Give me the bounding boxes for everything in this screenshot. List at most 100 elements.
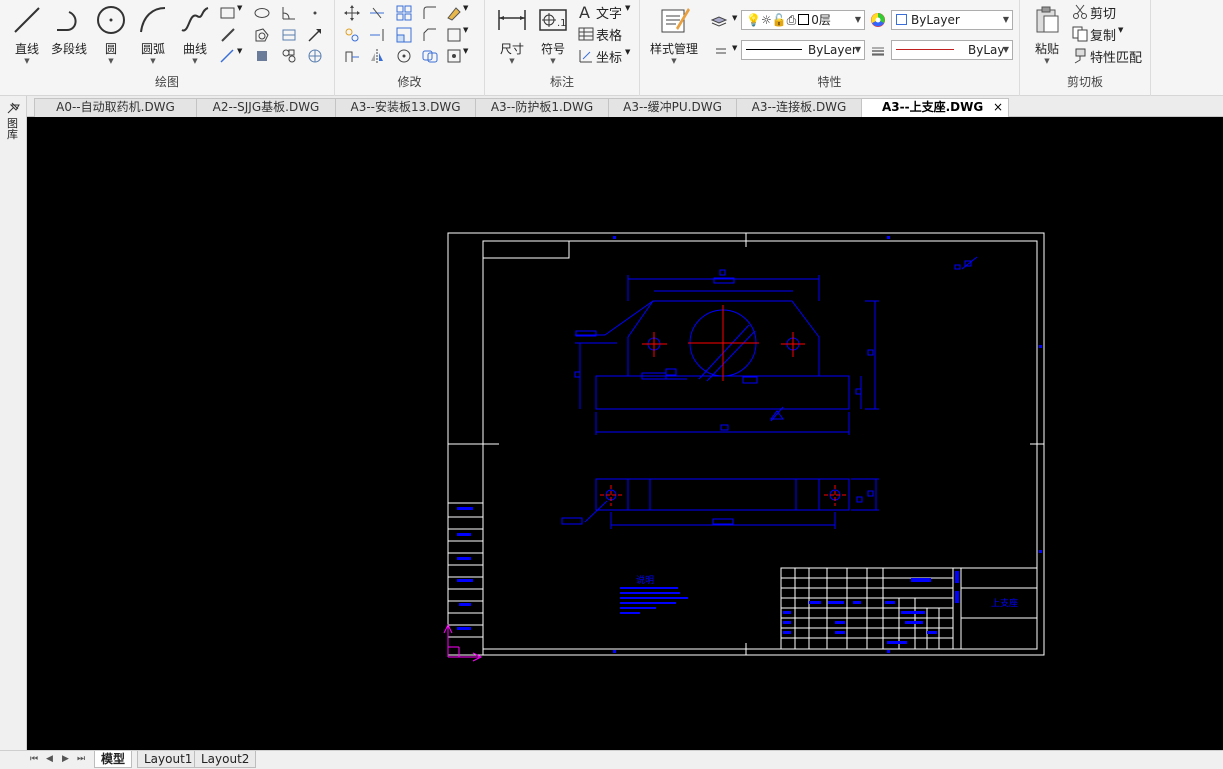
point-icon[interactable]	[306, 4, 324, 22]
library-tab-label[interactable]: 图库	[7, 118, 19, 140]
offset-icon[interactable]	[421, 47, 439, 65]
document-tab[interactable]: A3--安装板13.DWG	[335, 98, 476, 117]
top-view-centerlines	[600, 485, 847, 506]
model-tab[interactable]: 模型	[94, 751, 133, 768]
paste-button[interactable]: 粘贴 ▼	[1026, 4, 1068, 65]
line-tool-label: 直线	[14, 42, 39, 56]
polyline-tool-button[interactable]: 多段线	[47, 4, 91, 57]
chevron-down-icon: ▼	[854, 45, 861, 54]
table-tool-label[interactable]: 表格	[596, 25, 622, 44]
region-icon[interactable]	[253, 26, 271, 44]
dimension-tool-button[interactable]: 尺寸 ▼	[491, 4, 533, 65]
stretch-icon[interactable]	[343, 47, 361, 65]
chevron-down-icon[interactable]: ▼	[463, 4, 481, 22]
cut-label[interactable]: 剪切	[1090, 3, 1116, 22]
arrow-icon[interactable]	[306, 26, 324, 44]
symbol-tool-button[interactable]: .1 符号 ▼	[532, 4, 574, 65]
table-icon[interactable]	[577, 25, 595, 43]
array-icon[interactable]	[395, 4, 413, 22]
mirror-icon[interactable]	[368, 47, 386, 65]
copy-icon[interactable]	[1071, 25, 1089, 43]
close-icon[interactable]: ×	[993, 99, 1003, 116]
revision-cloud-icon[interactable]	[306, 47, 324, 65]
chamfer-icon[interactable]	[421, 26, 439, 44]
svg-text:A: A	[579, 3, 590, 21]
document-tab[interactable]: A3--缓冲PU.DWG	[608, 98, 737, 117]
trim-icon[interactable]	[368, 4, 386, 22]
lock-icon: 🔓	[771, 13, 787, 27]
centering-marks	[448, 233, 1044, 655]
boundary-icon[interactable]	[280, 47, 298, 65]
linetype-dropdown[interactable]: ByLayer ▼	[741, 40, 865, 60]
hatch-icon[interactable]	[280, 26, 298, 44]
coordinate-tool-label[interactable]: 坐标	[596, 47, 622, 66]
multiline-icon[interactable]	[219, 47, 237, 65]
clipboard-panel: 粘贴 ▼ 剪切 复制 ▼ 特性匹配 剪切板	[1020, 0, 1151, 96]
copy-label[interactable]: 复制	[1090, 25, 1116, 44]
lineweight-sample-line	[896, 49, 954, 50]
copy-object-icon[interactable]	[343, 26, 361, 44]
scale-icon[interactable]	[395, 26, 413, 44]
explode-icon[interactable]	[445, 26, 463, 44]
arc-tool-label: 圆弧	[140, 42, 165, 56]
document-tab-label: A3--安装板13.DWG	[350, 100, 461, 114]
document-tab[interactable]: A3--防护板1.DWG	[475, 98, 609, 117]
chevron-down-icon[interactable]: ▼	[463, 26, 481, 44]
fillet-icon[interactable]	[421, 4, 439, 22]
document-tab-label: A3--缓冲PU.DWG	[623, 100, 722, 114]
drawing-svg[interactable]: 说明 上支座	[27, 117, 1223, 750]
angle-icon[interactable]	[280, 4, 298, 22]
text-icon[interactable]: A	[577, 3, 597, 22]
chevron-down-icon[interactable]: ▼	[1118, 26, 1136, 44]
document-tab[interactable]: A2--SJJG基板.DWG	[196, 98, 336, 117]
erase-icon[interactable]	[445, 4, 463, 22]
construction-line-icon[interactable]	[219, 26, 237, 44]
extend-icon[interactable]	[368, 26, 386, 44]
match-properties-icon[interactable]	[1071, 47, 1089, 65]
previous-tab-icon[interactable]: ◀	[46, 754, 53, 764]
break-icon[interactable]	[445, 47, 463, 65]
chevron-down-icon[interactable]: ▼	[463, 47, 481, 65]
ellipse-icon[interactable]	[253, 4, 271, 22]
style-manager-button[interactable]: 样式管理 ▼	[648, 4, 700, 65]
chevron-down-icon: ▼	[24, 57, 30, 65]
printer-icon: ⎙	[786, 13, 797, 27]
spline-tool-button[interactable]: 曲线 ▼	[174, 4, 216, 65]
last-tab-icon[interactable]: ⏭	[77, 754, 85, 764]
document-tab-label: A3--防护板1.DWG	[490, 100, 594, 114]
arc-icon	[140, 7, 166, 33]
line-tool-button[interactable]: 直线 ▼	[6, 4, 48, 65]
first-tab-icon[interactable]: ⏮	[30, 754, 38, 764]
match-layer-icon[interactable]	[712, 42, 730, 60]
arc-tool-button[interactable]: 圆弧 ▼	[132, 4, 174, 65]
block-icon[interactable]	[253, 47, 271, 65]
layer-properties-icon[interactable]	[710, 12, 728, 30]
lineweight-icon[interactable]	[869, 42, 887, 60]
notes-title: 说明	[636, 574, 654, 586]
rotate-icon[interactable]	[395, 47, 413, 65]
move-icon[interactable]	[343, 4, 361, 22]
circle-tool-button[interactable]: 圆 ▼	[90, 4, 132, 65]
text-tool-label[interactable]: 文字	[596, 3, 622, 22]
rectangle-icon[interactable]	[219, 4, 237, 22]
circle-icon	[97, 6, 125, 34]
pin-icon[interactable]	[6, 101, 22, 118]
next-tab-icon[interactable]: ▶	[62, 754, 69, 764]
document-tab[interactable]: A0--自动取药机.DWG	[34, 98, 197, 117]
color-wheel-icon[interactable]	[869, 11, 887, 29]
coordinate-icon[interactable]	[577, 47, 595, 65]
layer-dropdown[interactable]: 💡☼🔓⎙ 0层 ▼	[741, 10, 865, 30]
document-tab-label: A0--自动取药机.DWG	[56, 100, 175, 114]
linetype-value: ByLayer	[808, 43, 857, 57]
drawing-canvas[interactable]: 说明 上支座	[27, 117, 1223, 750]
document-tab-active[interactable]: A3--上支座.DWG ×	[861, 98, 1009, 117]
chevron-down-icon: ▼	[150, 57, 156, 65]
layout1-tab[interactable]: Layout1	[137, 751, 200, 768]
document-tab[interactable]: A3--连接板.DWG	[736, 98, 862, 117]
ribbon: 直线 ▼ 多段线 圆 ▼ 圆弧 ▼ 曲线 ▼ ▼ ▼ 绘图 ▼ ▼ ▼ 修改 尺…	[0, 0, 1223, 96]
scissors-icon[interactable]	[1071, 3, 1089, 21]
layout2-tab[interactable]: Layout2	[194, 751, 257, 768]
lineweight-dropdown[interactable]: ByLay ▼	[891, 40, 1013, 60]
color-dropdown[interactable]: ByLayer ▼	[891, 10, 1013, 30]
match-properties-label[interactable]: 特性匹配	[1090, 47, 1142, 66]
